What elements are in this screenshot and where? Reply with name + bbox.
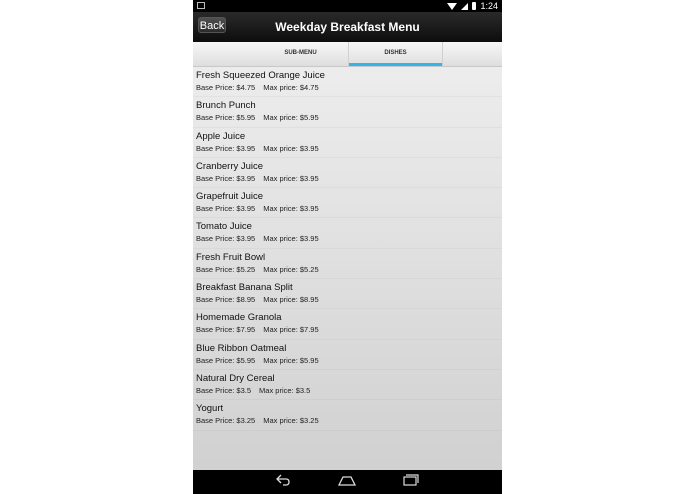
base-price: Base Price: $3.95 bbox=[196, 204, 256, 214]
dish-prices: Base Price: $4.75 Max price: $4.75 bbox=[196, 83, 502, 92]
base-price: Base Price: $3.95 bbox=[196, 234, 256, 244]
status-time: 1:24 bbox=[480, 1, 498, 11]
nav-back-icon[interactable] bbox=[271, 470, 295, 494]
base-price: Base Price: $3.25 bbox=[196, 416, 256, 426]
dish-name: Blue Ribbon Oatmeal bbox=[196, 342, 287, 354]
list-item[interactable]: Grapefruit Juice Base Price: $3.95 Max pri… bbox=[193, 188, 502, 218]
base-price: Base Price: $5.95 bbox=[196, 355, 256, 365]
list-item[interactable]: Cranberry Juice Base Price: $3.95 Max pric… bbox=[193, 158, 502, 188]
base-price: Base Price: $8.95 bbox=[196, 295, 256, 305]
nav-recents-icon[interactable] bbox=[399, 470, 423, 494]
dish-name: Homemade Granola bbox=[196, 312, 282, 324]
list-item[interactable]: Tomato Juice Base Price: $3.95 Max price: … bbox=[193, 218, 502, 248]
dish-prices: Base Price: $3.25 Max price: $3.25 bbox=[196, 416, 502, 425]
wifi-icon bbox=[447, 2, 458, 10]
page-title: Weekday Breakfast Menu bbox=[275, 20, 420, 34]
dish-prices: Base Price: $3.95 Max price: $3.95 bbox=[196, 144, 502, 153]
dish-name: Fresh Squeezed Orange Juice bbox=[196, 70, 325, 81]
dish-name: Breakfast Banana Split bbox=[196, 282, 293, 294]
dish-name: Fresh Fruit Bowl bbox=[196, 251, 266, 263]
max-price: Max price: $3.95 bbox=[263, 234, 319, 244]
dish-name: Yogurt bbox=[196, 403, 224, 415]
dish-name: Tomato Juice bbox=[196, 221, 252, 233]
max-price: Max price: $3.95 bbox=[263, 143, 319, 153]
dish-prices: Base Price: $3.95 Max price: $3.95 bbox=[196, 174, 502, 183]
max-price: Max price: $3.25 bbox=[263, 416, 319, 426]
base-price: Base Price: $5.95 bbox=[196, 113, 256, 123]
dish-prices: Base Price: $7.95 Max price: $7.95 bbox=[196, 325, 502, 334]
dish-prices: Base Price: $3.5 Max price: $3.5 bbox=[196, 386, 502, 395]
dish-name: Brunch Punch bbox=[196, 100, 256, 112]
base-price: Base Price: $7.95 bbox=[196, 325, 256, 335]
app-screen: 1:24 Back Weekday Breakfast Menu SUB-MEN… bbox=[193, 0, 502, 494]
list-item[interactable]: Apple Juice Base Price: $3.95 Max price: $… bbox=[193, 128, 502, 158]
max-price: Max price: $3.95 bbox=[263, 204, 319, 214]
dish-prices: Base Price: $3.95 Max price: $3.95 bbox=[196, 204, 502, 213]
tab-sub-menu[interactable]: SUB-MENU bbox=[253, 42, 348, 66]
navigation-bar bbox=[193, 470, 502, 494]
base-price: Base Price: $3.5 bbox=[196, 385, 252, 395]
dish-prices: Base Price: $5.95 Max price: $5.95 bbox=[196, 113, 502, 122]
tab-bar: SUB-MENU DISHES bbox=[193, 42, 502, 67]
dish-prices: Base Price: $5.25 Max price: $5.25 bbox=[196, 265, 502, 274]
status-bar: 1:24 bbox=[193, 0, 502, 12]
signal-icon bbox=[461, 2, 469, 10]
nav-home-icon[interactable] bbox=[335, 470, 359, 494]
dish-name: Cranberry Juice bbox=[196, 160, 264, 172]
dish-name: Apple Juice bbox=[196, 130, 246, 142]
base-price: Base Price: $3.95 bbox=[196, 173, 256, 183]
list-item[interactable]: Homemade Granola Base Price: $7.95 Max pri… bbox=[193, 309, 502, 339]
tab-dishes-label: DISHES bbox=[384, 50, 407, 56]
dish-prices: Base Price: $5.95 Max price: $5.95 bbox=[196, 356, 502, 365]
title-bar: Back Weekday Breakfast Menu bbox=[193, 12, 502, 42]
dish-name: Grapefruit Juice bbox=[196, 191, 264, 203]
max-price: Max price: $4.75 bbox=[263, 83, 319, 92]
max-price: Max price: $8.95 bbox=[263, 295, 319, 305]
max-price: Max price: $5.95 bbox=[263, 113, 319, 123]
list-item[interactable]: Natural Dry Cereal Base Price: $3.5 Max pr… bbox=[193, 370, 502, 400]
tab-dishes[interactable]: DISHES bbox=[348, 42, 443, 66]
list-item[interactable]: Breakfast Banana Split Base Price: $8.95 M… bbox=[193, 279, 502, 309]
base-price: Base Price: $4.75 bbox=[196, 83, 256, 92]
dish-list: Fresh Squeezed Orange Juice Base Price: $… bbox=[193, 67, 502, 431]
notification-icon bbox=[197, 2, 205, 9]
max-price: Max price: $3.95 bbox=[263, 173, 319, 183]
list-item[interactable]: Fresh Fruit Bowl Base Price: $5.25 Max pri… bbox=[193, 249, 502, 279]
dish-name: Natural Dry Cereal bbox=[196, 372, 275, 384]
max-price: Max price: $7.95 bbox=[263, 325, 319, 335]
max-price: Max price: $5.95 bbox=[263, 355, 319, 365]
list-item[interactable]: Blue Ribbon Oatmeal Base Price: $5.95 Max … bbox=[193, 340, 502, 370]
dish-prices: Base Price: $3.95 Max price: $3.95 bbox=[196, 234, 502, 243]
base-price: Base Price: $5.25 bbox=[196, 264, 256, 274]
dish-prices: Base Price: $8.95 Max price: $8.95 bbox=[196, 295, 502, 304]
base-price: Base Price: $3.95 bbox=[196, 143, 256, 153]
max-price: Max price: $3.5 bbox=[259, 385, 311, 395]
list-item[interactable]: Yogurt Base Price: $3.25 Max price: $3.25 bbox=[193, 400, 502, 430]
battery-icon bbox=[472, 2, 477, 10]
list-item[interactable]: Fresh Squeezed Orange Juice Base Price: $… bbox=[193, 67, 502, 97]
tab-selected-indicator bbox=[349, 63, 442, 66]
max-price: Max price: $5.25 bbox=[263, 264, 319, 274]
list-item[interactable]: Brunch Punch Base Price: $5.95 Max price: … bbox=[193, 97, 502, 127]
